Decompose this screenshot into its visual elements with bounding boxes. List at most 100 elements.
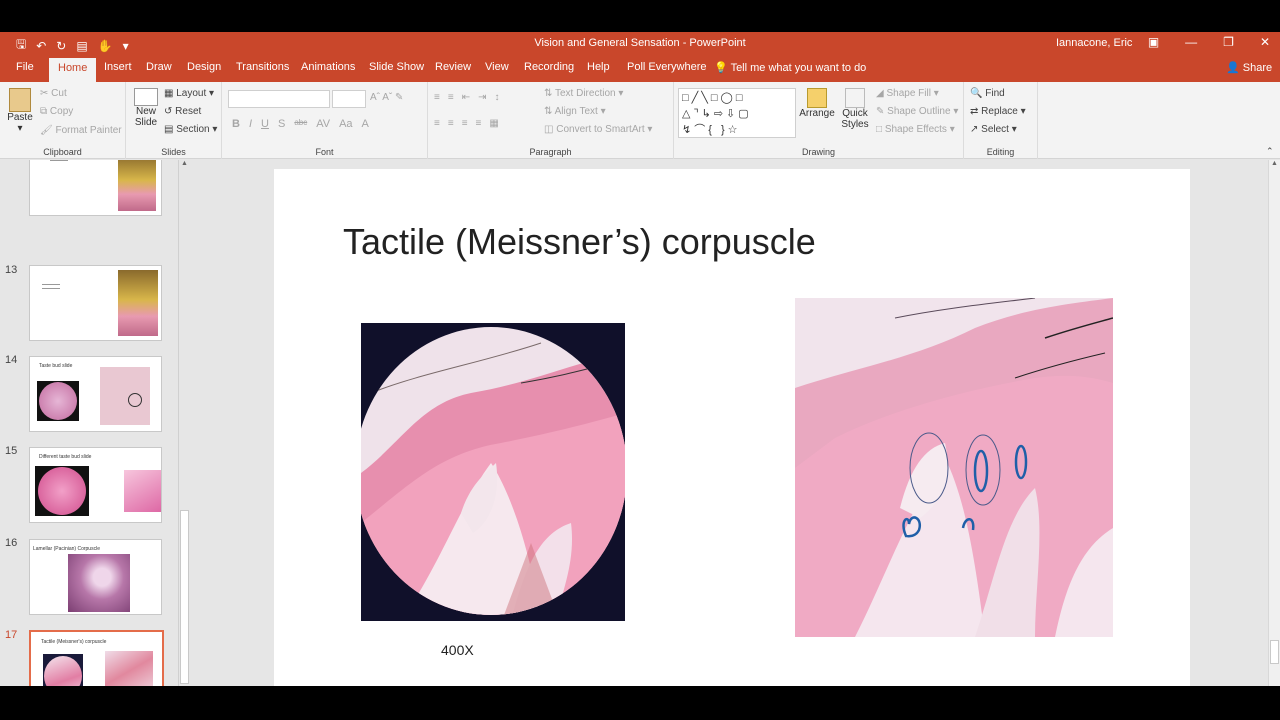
- layout-button[interactable]: ▦ Layout ▾: [164, 88, 214, 99]
- italic-button[interactable]: I: [249, 118, 252, 130]
- tab-slide-show[interactable]: Slide Show: [369, 61, 424, 73]
- slide-scrollbar[interactable]: ▲: [1268, 160, 1280, 686]
- format-painter-button[interactable]: 🖌 Format Painter: [40, 125, 122, 136]
- select-icon: ↗: [970, 124, 979, 135]
- thumbnail-title: Different taste bud slide: [39, 454, 92, 460]
- thumbnail-image: [37, 381, 79, 421]
- slide-thumbnail[interactable]: [29, 265, 162, 341]
- shape-fill-button[interactable]: ◢ Shape Fill ▾: [876, 88, 939, 99]
- thumbnail-title: Tactile (Meissner's) corpuscle: [41, 639, 107, 645]
- text-direction-button[interactable]: ⇅ Text Direction ▾: [544, 88, 623, 99]
- replace-label: Replace: [981, 106, 1018, 117]
- font-size-input[interactable]: [332, 90, 366, 108]
- section-button[interactable]: ▤ Section ▾: [164, 124, 217, 135]
- change-case-button[interactable]: Aa: [339, 118, 352, 130]
- slide-17[interactable]: Tactile (Meissner’s) corpuscle 400X: [274, 169, 1190, 686]
- slide-editing-area: Tactile (Meissner’s) corpuscle 400X: [192, 160, 1268, 686]
- tab-review[interactable]: Review: [435, 61, 471, 73]
- user-name[interactable]: Iannacone, Eric: [1056, 37, 1132, 49]
- reset-button[interactable]: ↺ Reset: [164, 106, 201, 117]
- tab-animations[interactable]: Animations: [301, 61, 355, 73]
- new-slide-button[interactable]: New Slide: [130, 88, 162, 128]
- increase-indent-icon[interactable]: ⇥: [478, 92, 486, 103]
- scroll-up-icon[interactable]: ▲: [179, 160, 190, 167]
- effects-icon: □: [876, 124, 883, 135]
- slide-thumbnail[interactable]: Different taste bud slide: [29, 447, 162, 523]
- micrograph-400x[interactable]: [361, 323, 625, 621]
- slide-thumbnail[interactable]: Taste bud slide: [29, 356, 162, 432]
- minimize-icon[interactable]: —: [1185, 35, 1197, 49]
- shadow-button[interactable]: S: [278, 118, 285, 130]
- replace-button[interactable]: ⇄ Replace ▾: [970, 106, 1026, 117]
- character-spacing-button[interactable]: AV: [316, 118, 330, 130]
- cut-button[interactable]: ✂ Cut: [40, 88, 67, 99]
- scroll-up-icon[interactable]: ▲: [1269, 160, 1280, 167]
- slide-title[interactable]: Tactile (Meissner’s) corpuscle: [343, 221, 816, 263]
- select-label: Select: [981, 124, 1009, 135]
- tab-help[interactable]: Help: [587, 61, 610, 73]
- annotated-micrograph[interactable]: [795, 298, 1113, 637]
- align-right-icon[interactable]: ≡: [462, 118, 468, 129]
- find-button[interactable]: 🔍 Find: [970, 88, 1005, 99]
- copy-button[interactable]: ⧉ Copy: [40, 106, 73, 117]
- align-text-label: Align Text: [554, 106, 598, 117]
- restore-icon[interactable]: ❐: [1223, 35, 1234, 49]
- tab-insert[interactable]: Insert: [104, 61, 132, 73]
- align-text-button[interactable]: ⇅ Align Text ▾: [544, 106, 606, 117]
- quick-styles-button[interactable]: Quick Styles: [838, 88, 872, 130]
- close-icon[interactable]: ✕: [1260, 35, 1270, 49]
- tab-view[interactable]: View: [485, 61, 509, 73]
- select-button[interactable]: ↗ Select ▾: [970, 124, 1017, 135]
- font-name-input[interactable]: [228, 90, 330, 108]
- magnification-caption[interactable]: 400X: [441, 642, 474, 658]
- justify-icon[interactable]: ≡: [476, 118, 482, 129]
- tab-home[interactable]: Home: [49, 58, 97, 82]
- tab-poll-everywhere[interactable]: Poll Everywhere: [627, 61, 706, 73]
- shrink-font-icon[interactable]: Aˇ: [382, 92, 392, 103]
- share-button[interactable]: 👤 Share: [1226, 61, 1272, 74]
- quick-styles-label-1: Quick: [842, 108, 868, 119]
- slide-thumbnail-selected[interactable]: Tactile (Meissner's) corpuscle: [29, 630, 164, 686]
- collapse-ribbon-icon[interactable]: ⌃: [1266, 146, 1274, 157]
- shapes-gallery[interactable]: □╱╲□◯□ △⌝↳⇨⇩▢ ↯⌒{ }☆: [678, 88, 796, 138]
- thumbnail-image: [35, 466, 89, 516]
- grow-font-icon[interactable]: Aˆ: [370, 92, 380, 103]
- ribbon-display-options-icon[interactable]: ▣: [1148, 35, 1159, 49]
- shape-outline-button[interactable]: ✎ Shape Outline ▾: [876, 106, 958, 117]
- font-color-button[interactable]: A: [362, 118, 369, 130]
- tab-transitions[interactable]: Transitions: [236, 61, 289, 73]
- tab-draw[interactable]: Draw: [146, 61, 172, 73]
- slide-thumbnail[interactable]: [29, 160, 162, 216]
- thumbnail-scrollbar[interactable]: ▲: [178, 160, 190, 686]
- arrange-button[interactable]: Arrange: [798, 88, 836, 119]
- tab-file[interactable]: File: [16, 61, 34, 73]
- line-spacing-icon[interactable]: ↕: [494, 92, 499, 103]
- numbering-icon[interactable]: ≡: [448, 92, 454, 103]
- editing-group: 🔍 Find ⇄ Replace ▾ ↗ Select ▾ Editing: [964, 82, 1038, 159]
- tab-design[interactable]: Design: [187, 61, 221, 73]
- scroll-thumb[interactable]: [180, 510, 189, 684]
- strikethrough-button[interactable]: abc: [294, 118, 307, 130]
- font-label: Font: [315, 147, 334, 157]
- align-center-icon[interactable]: ≡: [448, 118, 454, 129]
- ribbon-tabs: File Home Insert Draw Design Transitions…: [0, 54, 1280, 82]
- shape-effects-button[interactable]: □ Shape Effects ▾: [876, 124, 955, 135]
- columns-icon[interactable]: ▦: [489, 118, 498, 129]
- align-left-icon[interactable]: ≡: [434, 118, 440, 129]
- slide-thumbnail[interactable]: Lamellar (Pacinian) Corpuscle: [29, 539, 162, 615]
- paste-button[interactable]: Paste ▾: [6, 88, 34, 134]
- underline-button[interactable]: U: [261, 118, 269, 130]
- scissors-icon: ✂: [40, 88, 49, 99]
- scroll-thumb[interactable]: [1270, 640, 1279, 664]
- clear-format-icon[interactable]: ✎: [395, 92, 403, 103]
- editing-label: Editing: [986, 147, 1015, 157]
- bullets-icon[interactable]: ≡: [434, 92, 440, 103]
- tab-recording[interactable]: Recording: [524, 61, 574, 73]
- lightbulb-icon: 💡: [714, 62, 728, 74]
- decrease-indent-icon[interactable]: ⇤: [462, 92, 470, 103]
- bold-button[interactable]: B: [232, 118, 240, 130]
- tell-me-search[interactable]: 💡 Tell me what you want to do: [714, 61, 866, 74]
- format-painter-label: Format Painter: [55, 125, 122, 136]
- thumbnail-text-lines: [42, 284, 60, 289]
- convert-smartart-button[interactable]: ◫ Convert to SmartArt ▾: [544, 124, 652, 135]
